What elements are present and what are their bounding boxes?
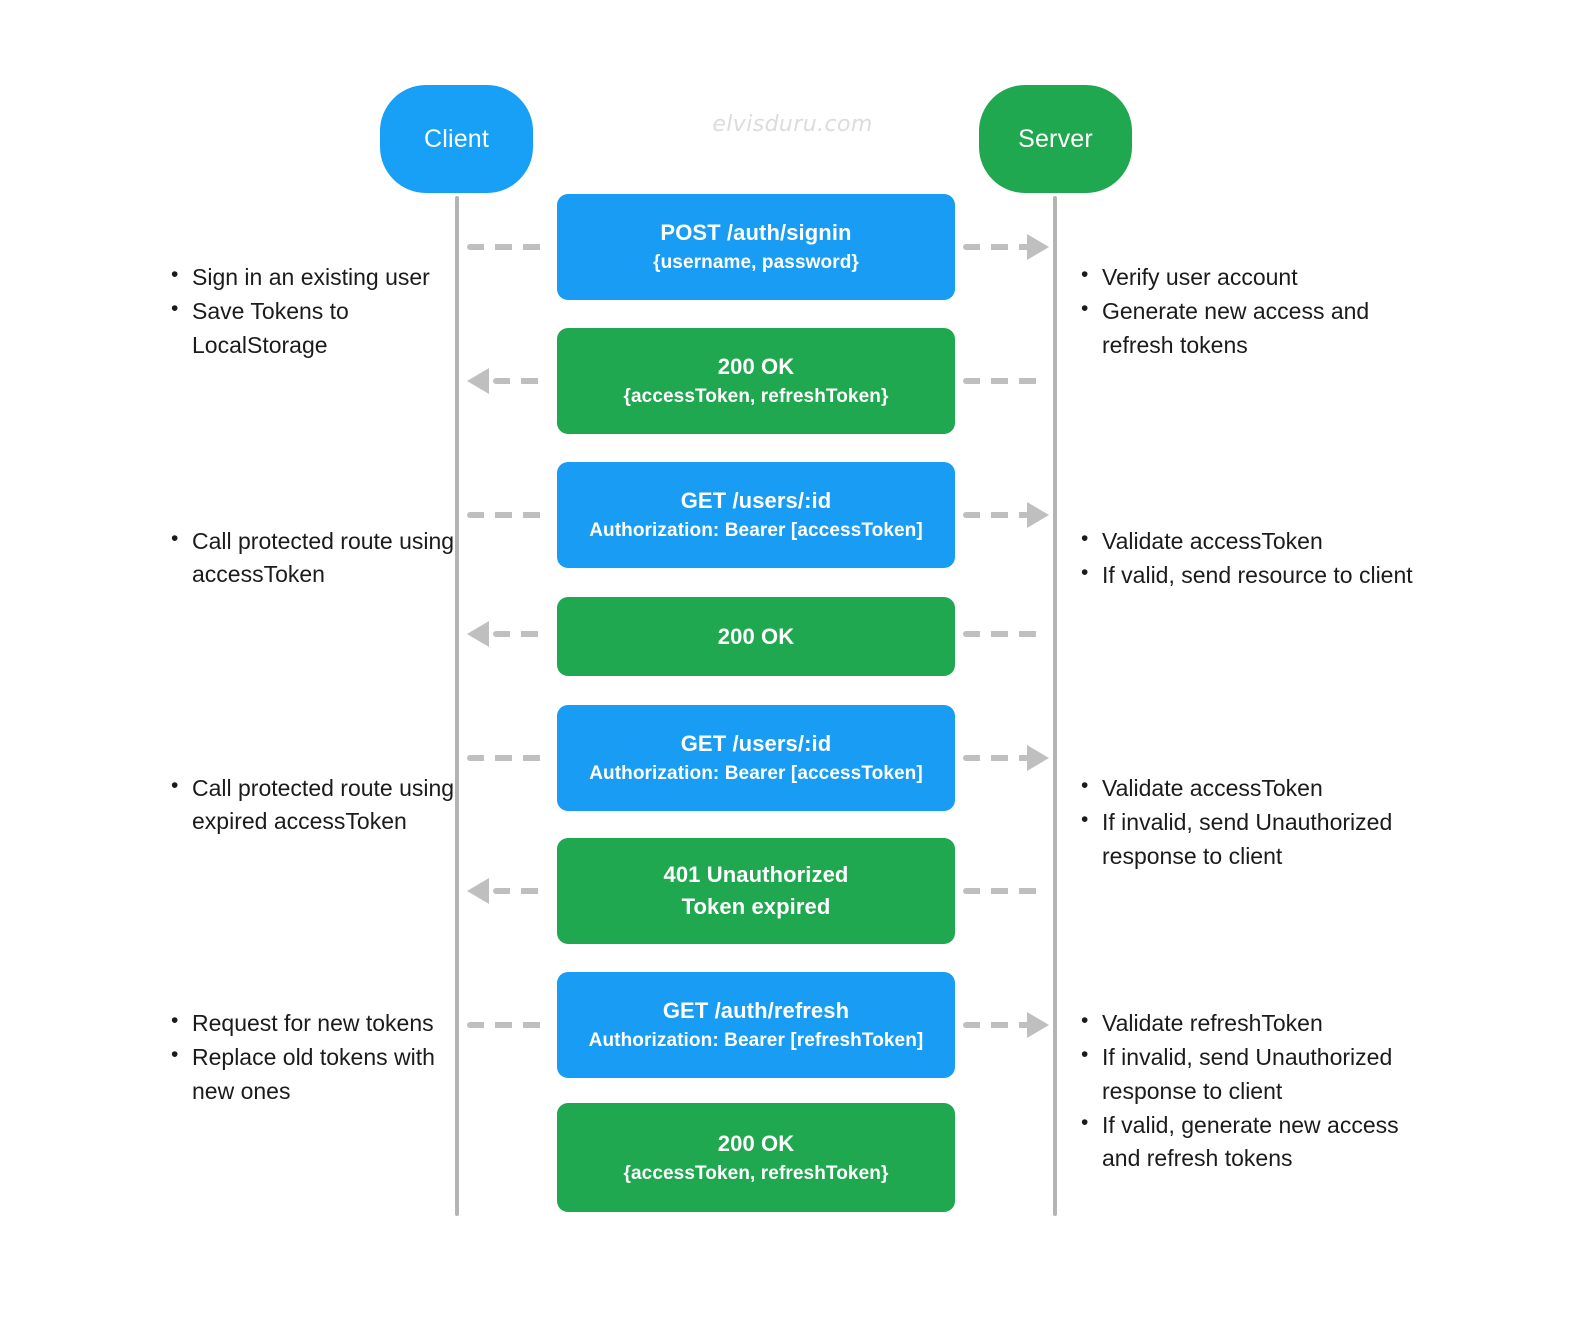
note-list: Sign in an existing user Save Tokens to …: [168, 260, 458, 362]
note-list: Call protected route using accessToken: [168, 524, 458, 592]
actor-client: Client: [380, 85, 533, 193]
list-item: Generate new access and refresh tokens: [1078, 294, 1418, 362]
note-list: Request for new tokens Replace old token…: [168, 1006, 468, 1108]
note-list: Call protected route using expired acces…: [168, 771, 458, 839]
arrow-right-icon: [1027, 1012, 1049, 1038]
message-signin-request: POST /auth/signin {username, password}: [557, 194, 955, 300]
message-line1: GET /auth/refresh: [662, 998, 850, 1024]
message-line1: 200 OK: [717, 354, 795, 380]
message-users-response-2: 401 Unauthorized Token expired: [557, 838, 955, 944]
note-validate: Validate accessToken If valid, send reso…: [1078, 524, 1418, 594]
list-item: If invalid, send Unauthorized response t…: [1078, 1040, 1428, 1108]
message-refresh-request: GET /auth/refresh Authorization: Bearer …: [557, 972, 955, 1078]
watermark: elvisduru.com: [712, 112, 873, 137]
note-refresh: Request for new tokens Replace old token…: [168, 1006, 468, 1109]
message-line1: 200 OK: [717, 1130, 795, 1156]
list-item: Replace old tokens with new ones: [168, 1040, 468, 1108]
list-item: Validate accessToken: [1078, 771, 1428, 805]
connector-users-response-2-left: [493, 888, 549, 894]
note-signin: Sign in an existing user Save Tokens to …: [168, 260, 458, 363]
connector-users-response-1-right: [963, 631, 1047, 637]
list-item: Validate refreshToken: [1078, 1006, 1428, 1040]
message-line1: 401 Unauthorized: [663, 862, 849, 888]
list-item: Sign in an existing user: [168, 260, 458, 294]
list-item: Save Tokens to LocalStorage: [168, 294, 458, 362]
list-item: Call protected route using accessToken: [168, 524, 458, 592]
list-item: If valid, generate new access and refres…: [1078, 1108, 1428, 1176]
message-line2: Authorization: Bearer [accessToken]: [589, 763, 923, 785]
message-line1: 200 OK: [717, 623, 795, 649]
connector-users-request-1-left: [467, 512, 549, 518]
message-line1: POST /auth/signin: [660, 220, 852, 246]
note-list: Verify user account Generate new access …: [1078, 260, 1418, 362]
connector-signin-request-right: [963, 244, 1029, 250]
arrow-right-icon: [1027, 234, 1049, 260]
message-refresh-response: 200 OK {accessToken, refreshToken}: [557, 1103, 955, 1212]
arrow-left-icon: [467, 621, 489, 647]
connector-users-request-2-left: [467, 755, 549, 761]
connector-users-response-1-left: [493, 631, 549, 637]
actor-server: Server: [979, 85, 1132, 193]
connector-signin-response-right: [963, 378, 1047, 384]
lifeline-server: [1053, 196, 1057, 1216]
message-users-response-1: 200 OK: [557, 597, 955, 676]
message-users-request-1: GET /users/:id Authorization: Bearer [ac…: [557, 462, 955, 568]
connector-users-response-2-right: [963, 888, 1047, 894]
message-line1: GET /users/:id: [680, 488, 832, 514]
arrow-left-icon: [467, 878, 489, 904]
connector-signin-request-left: [467, 244, 549, 250]
list-item: Verify user account: [1078, 260, 1418, 294]
note-expired: Call protected route using expired acces…: [168, 771, 458, 840]
note-list: Validate accessToken If invalid, send Un…: [1078, 771, 1428, 873]
message-line2: {accessToken, refreshToken}: [623, 386, 889, 408]
connector-users-request-2-right: [963, 755, 1029, 761]
message-line2: Authorization: Bearer [accessToken]: [589, 520, 923, 542]
list-item: If valid, send resource to client: [1078, 558, 1418, 592]
arrow-left-icon: [467, 368, 489, 394]
list-item: Request for new tokens: [168, 1006, 468, 1040]
connector-refresh-request-right: [963, 1022, 1029, 1028]
list-item: If invalid, send Unauthorized response t…: [1078, 805, 1428, 873]
connector-refresh-request-left: [467, 1022, 549, 1028]
note-call: Call protected route using accessToken: [168, 524, 458, 593]
message-line2: Token expired: [681, 894, 831, 919]
note-invalid: Validate accessToken If invalid, send Un…: [1078, 771, 1428, 874]
list-item: Validate accessToken: [1078, 524, 1418, 558]
arrow-right-icon: [1027, 502, 1049, 528]
message-line2: {username, password}: [653, 252, 859, 274]
note-list: Validate refreshToken If invalid, send U…: [1078, 1006, 1428, 1176]
connector-signin-response-left: [493, 378, 549, 384]
message-users-request-2: GET /users/:id Authorization: Bearer [ac…: [557, 705, 955, 811]
message-line1: GET /users/:id: [680, 731, 832, 757]
note-list: Validate accessToken If valid, send reso…: [1078, 524, 1418, 593]
sequence-diagram: Client Server elvisduru.com POST /auth/s…: [0, 0, 1585, 1323]
message-line2: Authorization: Bearer [refreshToken]: [588, 1030, 924, 1052]
arrow-right-icon: [1027, 745, 1049, 771]
message-line2: {accessToken, refreshToken}: [623, 1162, 889, 1184]
connector-users-request-1-right: [963, 512, 1029, 518]
message-signin-response: 200 OK {accessToken, refreshToken}: [557, 328, 955, 434]
note-rotate: Validate refreshToken If invalid, send U…: [1078, 1006, 1428, 1177]
note-verify: Verify user account Generate new access …: [1078, 260, 1418, 363]
list-item: Call protected route using expired acces…: [168, 771, 458, 839]
